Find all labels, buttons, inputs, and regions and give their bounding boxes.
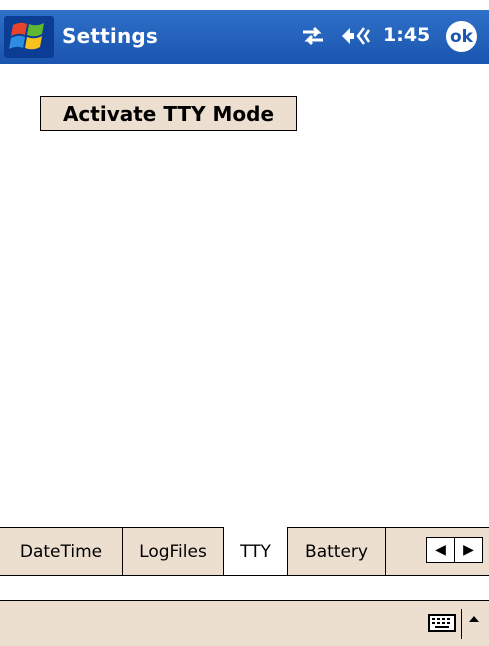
up-arrow-icon[interactable] [466,613,482,627]
connectivity-icon[interactable] [300,24,326,48]
tab-bar-divider [0,575,489,576]
windows-flag-icon[interactable] [4,16,54,58]
tab-scroll-left-button[interactable]: ◀ [427,538,455,562]
clock[interactable]: 1:45 [383,24,430,46]
tab-datetime[interactable]: DateTime [0,528,123,576]
activate-tty-mode-button[interactable]: Activate TTY Mode [40,96,297,131]
tab-scroll-control: ◀ ▶ [426,537,483,563]
tab-scroll-right-button[interactable]: ▶ [455,538,482,562]
tab-tty[interactable]: TTY [224,527,288,576]
ok-button[interactable]: ok [446,21,477,52]
keyboard-icon[interactable] [428,614,456,632]
tab-bar: DateTime LogFiles TTY Battery ◀ ▶ [0,527,489,576]
menu-bar [0,600,489,646]
tab-logfiles[interactable]: LogFiles [123,528,224,576]
tab-battery[interactable]: Battery [288,528,386,576]
window-title: Settings [62,24,159,48]
sip-divider [461,609,462,639]
title-bar: Settings 1:45 ok [0,10,489,64]
volume-icon[interactable] [338,24,372,48]
